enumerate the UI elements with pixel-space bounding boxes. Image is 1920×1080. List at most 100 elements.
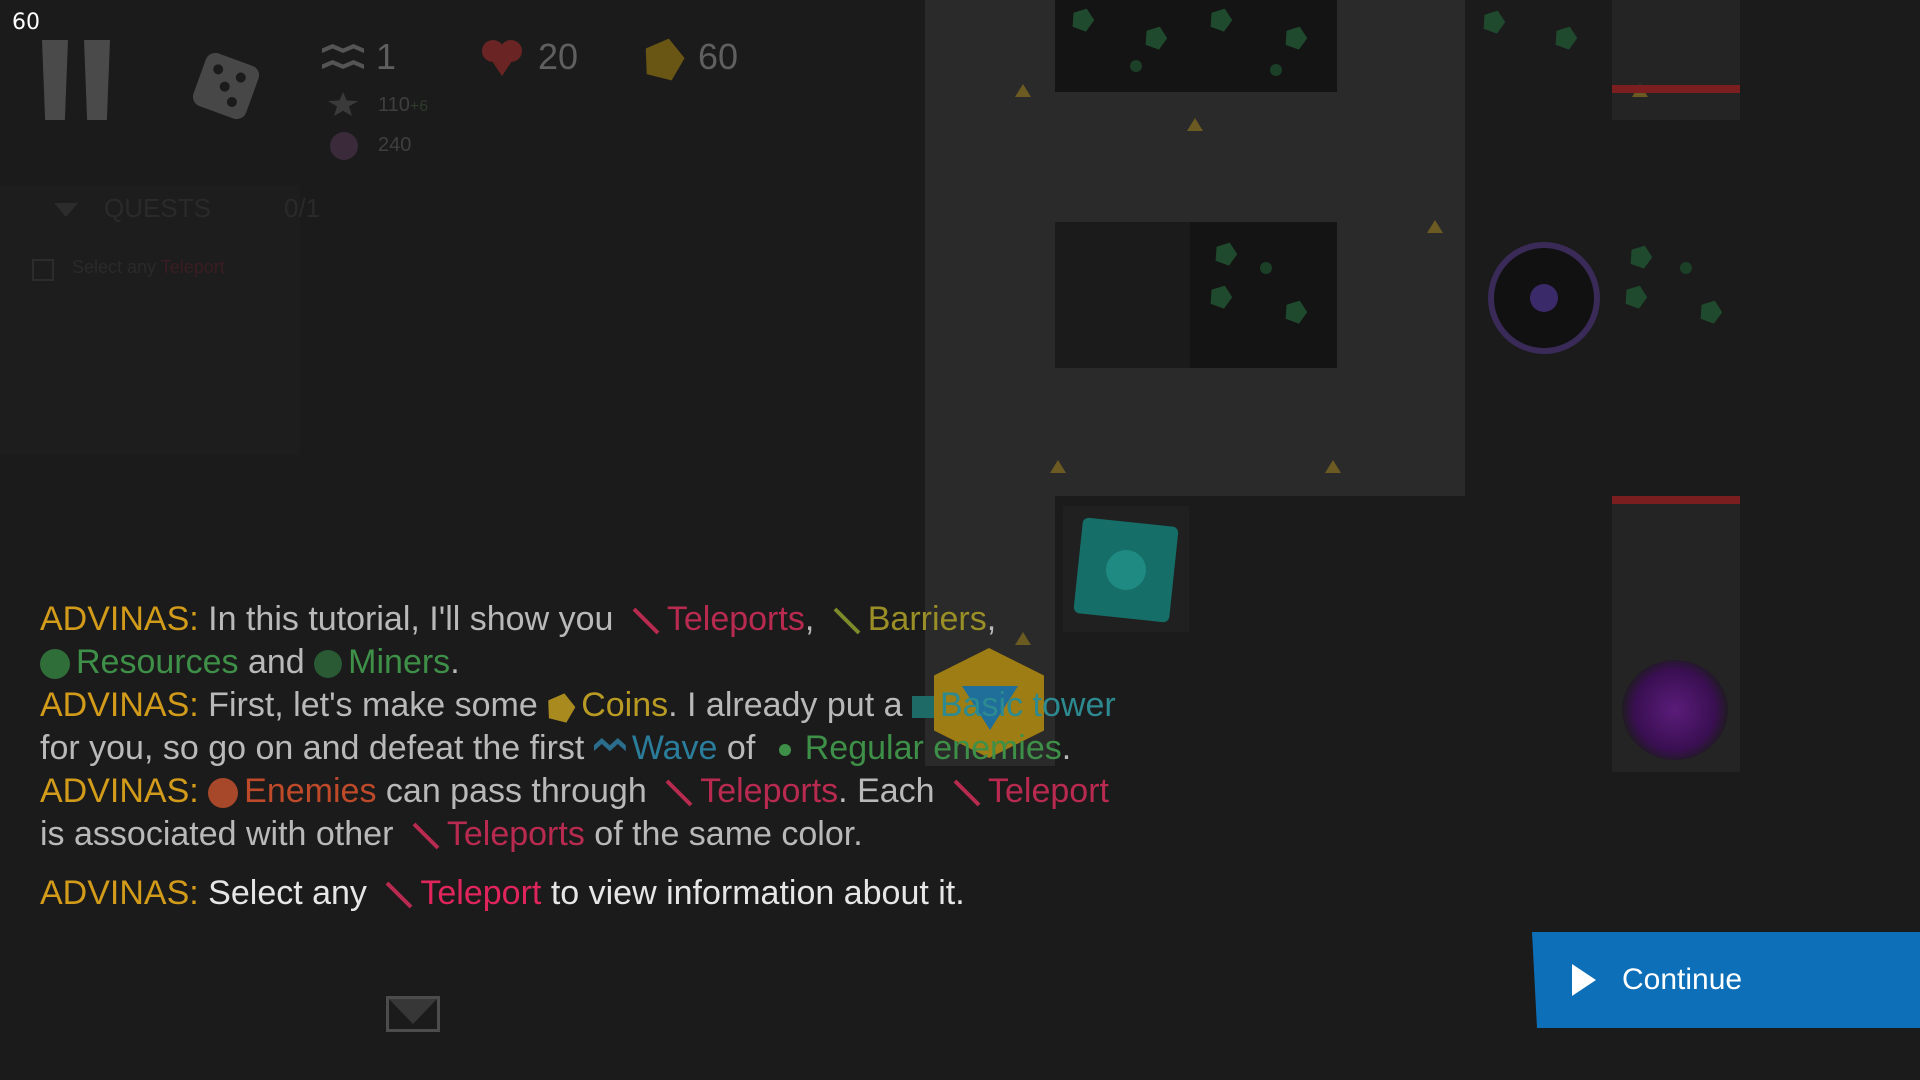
dialog-text: to view information about it. xyxy=(550,874,965,912)
dialog-text: is associated with other xyxy=(40,815,394,853)
road-segment xyxy=(925,368,1465,496)
keyword-wave[interactable]: Wave xyxy=(632,729,718,767)
dialog-text: for you, so go on and defeat the first xyxy=(40,729,585,767)
play-icon xyxy=(1572,964,1596,996)
resource-dot xyxy=(1130,60,1142,72)
teleport-icon xyxy=(665,779,693,807)
teleport-icon xyxy=(385,881,413,909)
pause-icon xyxy=(40,40,120,120)
keyword-miners[interactable]: Miners xyxy=(348,643,450,681)
speaker-name: ADVINAS: xyxy=(40,772,199,810)
coins-count: 60 xyxy=(698,36,739,77)
mail-icon xyxy=(386,996,440,1032)
dialog-line: ADVINAS: Select any Teleport to view inf… xyxy=(40,872,1140,915)
mops-icon xyxy=(330,132,358,160)
ability-button[interactable] xyxy=(188,40,264,122)
teleport-icon xyxy=(953,779,981,807)
continue-button[interactable]: Continue xyxy=(1532,932,1920,1028)
resource-gem xyxy=(1480,7,1508,35)
resource-dot xyxy=(1260,262,1272,274)
resource-gem xyxy=(1627,242,1655,270)
tower-icon xyxy=(911,696,934,719)
lives-count: 20 xyxy=(538,36,579,77)
mops-value: 240 xyxy=(378,134,412,156)
speaker-name: ADVINAS: xyxy=(40,874,199,912)
quest-item-text: Select any Teleport xyxy=(72,257,225,278)
fps-counter: 60 xyxy=(12,10,40,35)
tutorial-dialog: ADVINAS: In this tutorial, I'll show you… xyxy=(40,598,1140,915)
enemy-dot-icon xyxy=(778,744,791,757)
keyword-enemies[interactable]: Enemies xyxy=(244,772,376,810)
dialog-line: ADVINAS: First, let's make some Coins. I… xyxy=(40,684,1140,770)
dice-icon xyxy=(190,50,262,122)
teleport[interactable] xyxy=(1612,496,1740,504)
resource-gem xyxy=(1552,23,1580,51)
path-arrow xyxy=(1187,118,1203,131)
quests-title: QUESTS xyxy=(104,193,211,223)
dialog-text: . xyxy=(1061,729,1072,767)
tower-turret xyxy=(1104,548,1148,592)
keyword-teleport[interactable]: Teleport xyxy=(988,772,1109,810)
road-segment xyxy=(1612,0,1740,120)
enemies-icon xyxy=(208,778,239,809)
resource-gem xyxy=(1622,282,1650,310)
resource-dot xyxy=(1680,262,1692,274)
dialog-text: . xyxy=(450,643,460,681)
dialog-text: In this tutorial, I'll show you xyxy=(208,600,614,638)
quest-checkbox[interactable] xyxy=(32,259,54,281)
path-arrow xyxy=(1015,84,1031,97)
vinyl-center xyxy=(1530,284,1558,312)
dialog-text: of the same color. xyxy=(594,815,863,853)
dialog-text: of xyxy=(726,729,756,767)
quest-item-keyword: Teleport xyxy=(160,257,225,277)
path-arrow xyxy=(1325,460,1341,473)
chevron-down-icon xyxy=(54,203,78,217)
path-arrow xyxy=(1427,220,1443,233)
mail-button[interactable] xyxy=(386,996,444,1036)
quests-panel[interactable]: QUESTS 0/1 Select any Teleport xyxy=(0,185,320,455)
keyword-teleport[interactable]: Teleport xyxy=(420,874,541,912)
resource-icon xyxy=(40,649,70,680)
dialog-line: ADVINAS: In this tutorial, I'll show you… xyxy=(40,598,1140,684)
miner-icon xyxy=(314,650,343,679)
keyword-teleports[interactable]: Teleports xyxy=(667,600,805,638)
dialog-text: and xyxy=(247,643,305,681)
barrier-icon xyxy=(833,607,861,635)
keyword-regular-enemies[interactable]: Regular enemies xyxy=(805,729,1062,767)
heart-icon xyxy=(482,40,524,78)
score-bonus: +6 xyxy=(409,98,429,115)
speaker-name: ADVINAS: xyxy=(40,686,199,724)
score-value: 110+6 xyxy=(378,94,428,117)
dialog-line: ADVINAS: Enemies can pass through Telepo… xyxy=(40,770,1140,856)
wave-icon xyxy=(593,738,626,752)
keyword-resources[interactable]: Resources xyxy=(76,643,239,681)
path-arrow xyxy=(1050,460,1066,473)
keyword-teleports[interactable]: Teleports xyxy=(700,772,838,810)
vinyl-tower[interactable] xyxy=(1488,242,1600,354)
keyword-barriers[interactable]: Barriers xyxy=(868,600,987,638)
resource-dot xyxy=(1270,64,1282,76)
teleport-icon xyxy=(412,822,440,850)
dialog-text: . Each xyxy=(838,772,935,810)
dialog-text: First, let's make some xyxy=(208,686,538,724)
keyword-teleports[interactable]: Teleports xyxy=(447,815,585,853)
speaker-name: ADVINAS: xyxy=(40,600,199,638)
game-board[interactable] xyxy=(0,0,1920,1080)
score-number: 110 xyxy=(378,94,410,116)
keyword-coins[interactable]: Coins xyxy=(581,686,668,724)
wave-count: 1 xyxy=(376,36,397,77)
dialog-text: , xyxy=(986,600,997,638)
dialog-text: can pass through xyxy=(385,772,647,810)
dialog-text: Select any xyxy=(208,874,367,912)
pause-button[interactable] xyxy=(40,40,120,120)
teleport-icon xyxy=(632,607,660,635)
quest-item-label: Select any xyxy=(72,257,157,277)
exit-portal[interactable] xyxy=(1622,660,1728,760)
keyword-basic-tower[interactable]: Basic tower xyxy=(940,686,1116,724)
teleport[interactable] xyxy=(1612,85,1740,93)
continue-label: Continue xyxy=(1622,963,1743,996)
wave-icon xyxy=(322,40,364,74)
coin-icon xyxy=(544,690,578,724)
resource-gem xyxy=(1697,297,1725,325)
dialog-text: . I already put a xyxy=(668,686,903,724)
